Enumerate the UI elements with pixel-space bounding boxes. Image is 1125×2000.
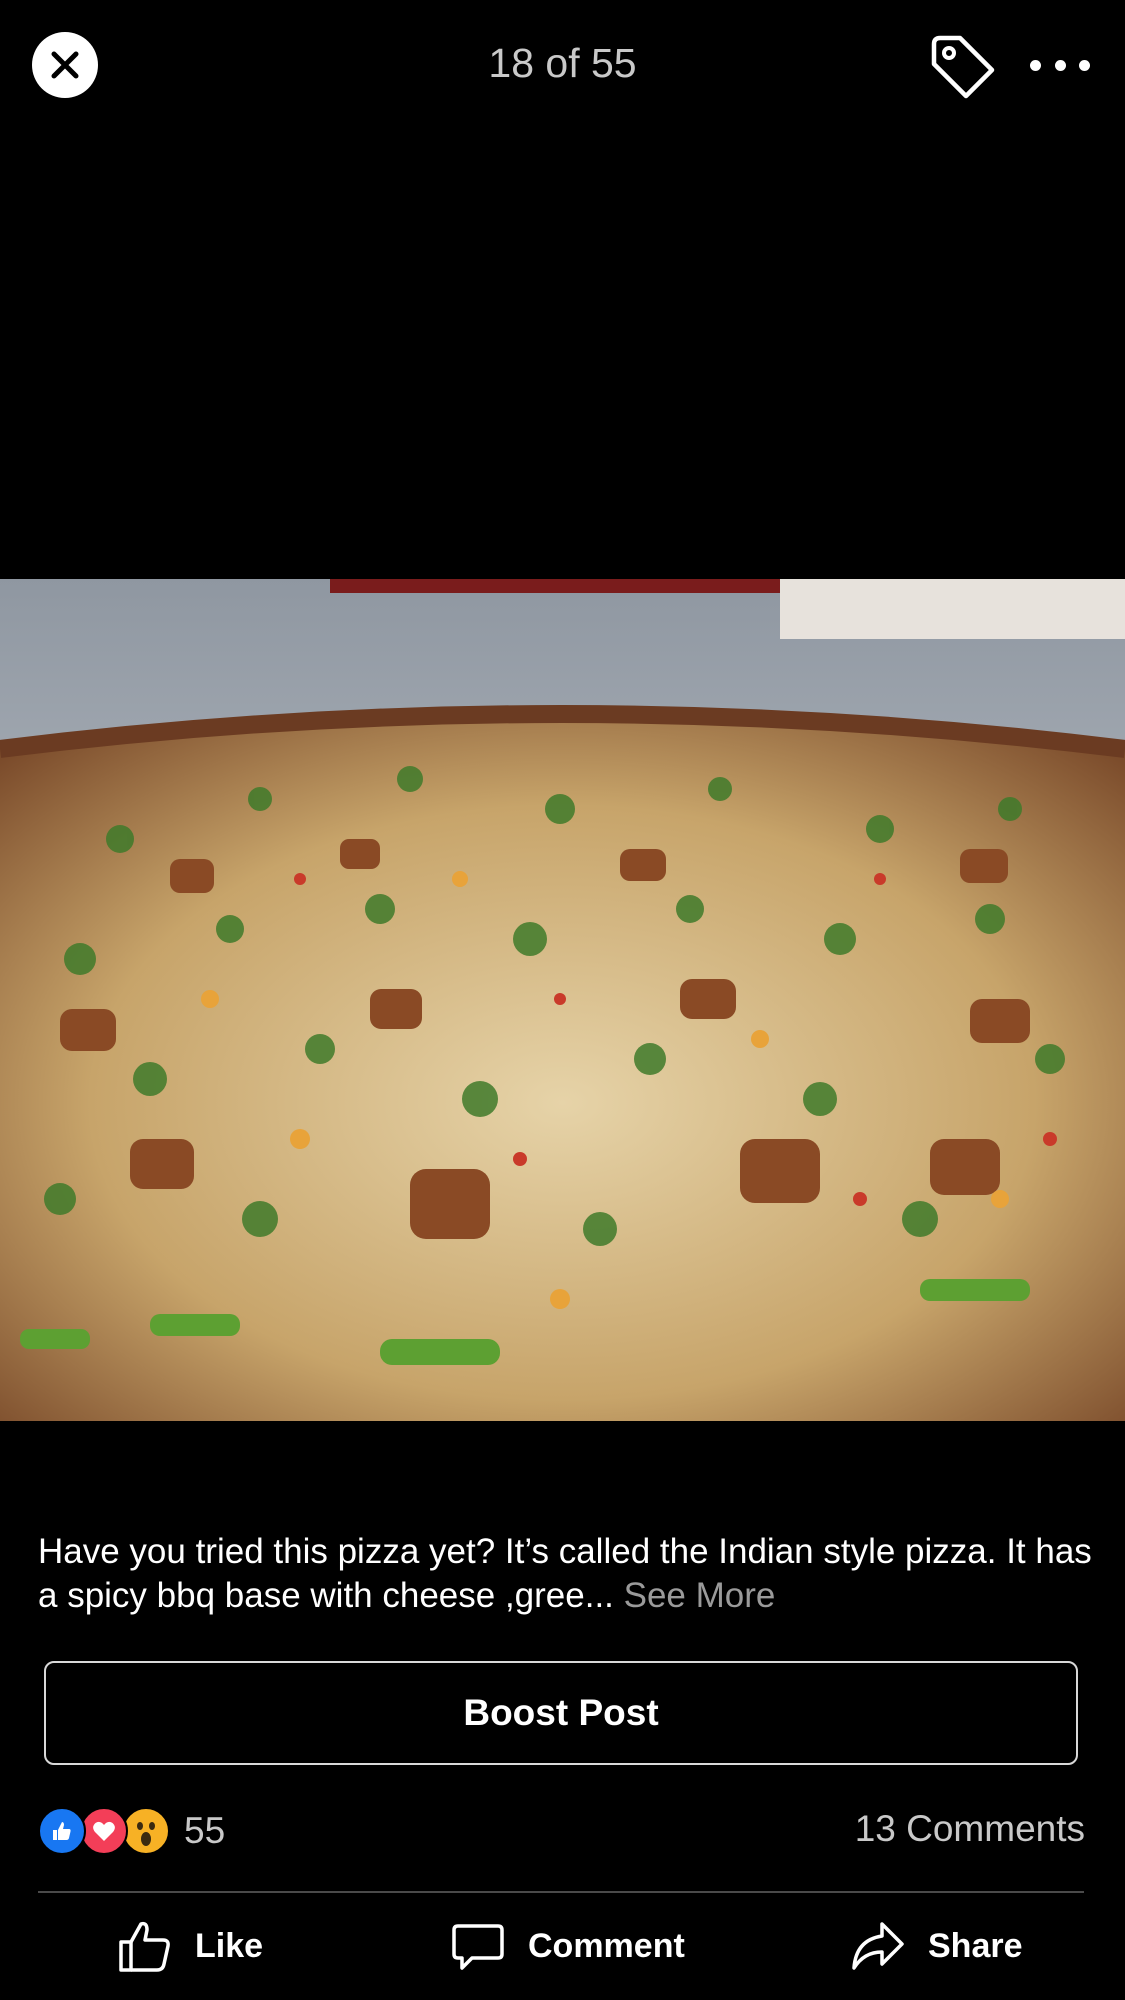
love-reaction-icon (80, 1807, 128, 1855)
thumbs-up-icon (119, 1921, 170, 1972)
more-dots-icon (1030, 59, 1041, 71)
tag-button[interactable] (926, 30, 998, 102)
share-button[interactable]: Share (850, 1915, 1023, 1977)
reactions-summary[interactable]: 55 (38, 1807, 225, 1855)
like-button[interactable]: Like (117, 1915, 263, 1977)
see-more-link[interactable]: See More (624, 1576, 776, 1615)
share-label: Share (928, 1926, 1023, 1965)
like-label: Like (195, 1926, 264, 1965)
comment-label: Comment (528, 1926, 685, 1965)
caption-text: Have you tried this pizza yet? It’s call… (38, 1532, 1092, 1615)
tag-icon (931, 35, 995, 99)
pizza-image (0, 579, 1125, 1421)
comment-button[interactable]: Comment (450, 1915, 685, 1977)
actions-divider (38, 1891, 1084, 1893)
share-arrow-icon (852, 1922, 904, 1970)
like-reaction-icon (38, 1807, 86, 1855)
comments-count[interactable]: 13 Comments (855, 1808, 1085, 1850)
reaction-count: 55 (184, 1810, 226, 1851)
post-caption: Have you tried this pizza yet? It’s call… (38, 1530, 1098, 1618)
viewer-header: 18 of 55 (0, 0, 1125, 130)
wow-reaction-icon (122, 1807, 170, 1855)
comment-bubble-icon (452, 1924, 504, 1970)
more-options-button[interactable] (1030, 40, 1090, 90)
pizza-photo[interactable] (0, 579, 1125, 1421)
boost-post-button[interactable]: Boost Post (44, 1661, 1078, 1765)
action-bar: Like Comment Share (0, 1915, 1125, 1995)
